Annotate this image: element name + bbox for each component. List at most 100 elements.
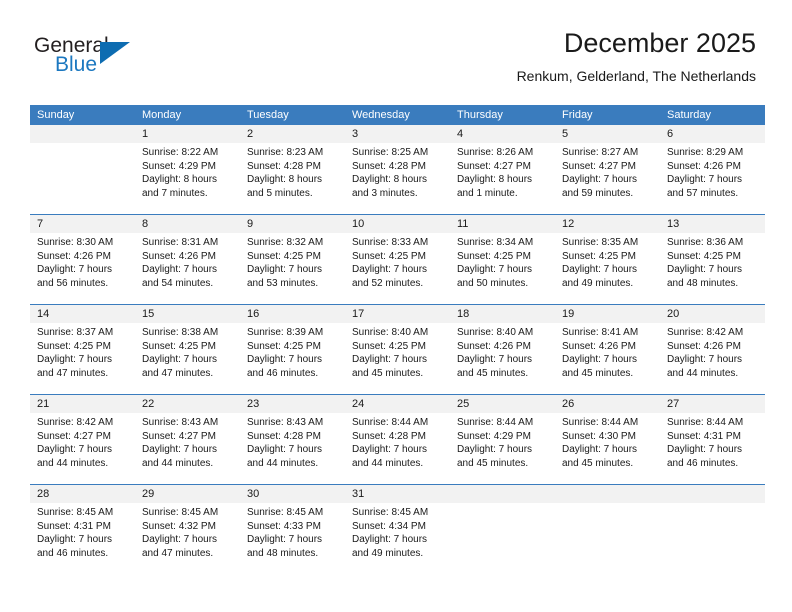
day-number: 1 [142, 128, 149, 140]
day-sun-info: Sunrise: 8:40 AM Sunset: 4:25 PM Daylight:… [345, 323, 450, 380]
sunrise-text: Sunrise: 8:31 AM [142, 237, 219, 248]
daylight-text-line1: Daylight: 7 hours [352, 264, 428, 276]
sunrise-text: Sunrise: 8:39 AM [247, 327, 324, 338]
day-cell[interactable]: 15 Sunrise: 8:38 AM Sunset: 4:25 PM Dayligh… [135, 305, 240, 394]
daylight-text-line2: and 48 minutes. [247, 547, 319, 559]
day-cell[interactable]: 17 Sunrise: 8:40 AM Sunset: 4:25 PM Dayligh… [345, 305, 450, 394]
sunset-text: Sunset: 4:26 PM [667, 160, 741, 172]
day-cell[interactable]: 1 Sunrise: 8:22 AM Sunset: 4:29 PM Daylight… [135, 125, 240, 214]
day-cell[interactable]: 31 Sunrise: 8:45 AM Sunset: 4:34 PM Dayligh… [345, 485, 450, 574]
sunset-text: Sunset: 4:28 PM [247, 160, 321, 172]
sunset-text: Sunset: 4:26 PM [142, 250, 216, 262]
day-sun-info: Sunrise: 8:43 AM Sunset: 4:27 PM Daylight:… [135, 413, 240, 470]
sunset-text: Sunset: 4:27 PM [562, 160, 636, 172]
day-sun-info: Sunrise: 8:31 AM Sunset: 4:26 PM Daylight:… [135, 233, 240, 290]
day-cell[interactable]: 29 Sunrise: 8:45 AM Sunset: 4:32 PM Dayligh… [135, 485, 240, 574]
day-number: 24 [352, 398, 365, 410]
day-sun-info: Sunrise: 8:44 AM Sunset: 4:31 PM Daylight:… [660, 413, 765, 470]
daylight-text-line2: and 50 minutes. [457, 277, 529, 289]
day-number: 30 [247, 488, 260, 500]
sunrise-text: Sunrise: 8:37 AM [37, 327, 114, 338]
day-number: 23 [247, 398, 260, 410]
daylight-text-line1: Daylight: 7 hours [247, 444, 323, 456]
sunrise-text: Sunrise: 8:43 AM [247, 417, 324, 428]
day-sun-info: Sunrise: 8:23 AM Sunset: 4:28 PM Daylight:… [240, 143, 345, 200]
daylight-text-line1: Daylight: 7 hours [562, 444, 638, 456]
weekday-header-friday: Friday [562, 109, 593, 121]
daylight-text-line2: and 45 minutes. [352, 367, 424, 379]
sunset-text: Sunset: 4:27 PM [142, 430, 216, 442]
weekday-header-thursday: Thursday [457, 109, 503, 121]
daylight-text-line1: Daylight: 7 hours [37, 264, 113, 276]
day-cell[interactable]: 23 Sunrise: 8:43 AM Sunset: 4:28 PM Dayligh… [240, 395, 345, 484]
day-cell[interactable]: 6 Sunrise: 8:29 AM Sunset: 4:26 PM Daylight… [660, 125, 765, 214]
day-cell[interactable]: 3 Sunrise: 8:25 AM Sunset: 4:28 PM Daylight… [345, 125, 450, 214]
day-cell[interactable]: 20 Sunrise: 8:42 AM Sunset: 4:26 PM Dayligh… [660, 305, 765, 394]
day-number [30, 125, 135, 143]
day-cell[interactable]: 8 Sunrise: 8:31 AM Sunset: 4:26 PM Daylight… [135, 215, 240, 304]
day-cell[interactable]: 11 Sunrise: 8:34 AM Sunset: 4:25 PM Dayligh… [450, 215, 555, 304]
day-cell[interactable]: 24 Sunrise: 8:44 AM Sunset: 4:28 PM Dayligh… [345, 395, 450, 484]
day-sun-info: Sunrise: 8:34 AM Sunset: 4:25 PM Daylight:… [450, 233, 555, 290]
daylight-text-line1: Daylight: 7 hours [247, 354, 323, 366]
sunrise-text: Sunrise: 8:44 AM [457, 417, 534, 428]
sunrise-text: Sunrise: 8:29 AM [667, 147, 744, 158]
day-cell[interactable]: 2 Sunrise: 8:23 AM Sunset: 4:28 PM Daylight… [240, 125, 345, 214]
day-cell[interactable]: 28 Sunrise: 8:45 AM Sunset: 4:31 PM Dayligh… [30, 485, 135, 574]
sunrise-text: Sunrise: 8:35 AM [562, 237, 639, 248]
sunset-text: Sunset: 4:26 PM [562, 340, 636, 352]
day-number: 20 [667, 308, 680, 320]
daylight-text-line2: and 44 minutes. [667, 367, 739, 379]
day-cell[interactable]: 13 Sunrise: 8:36 AM Sunset: 4:25 PM Dayligh… [660, 215, 765, 304]
daylight-text-line1: Daylight: 7 hours [667, 354, 743, 366]
day-cell[interactable]: 22 Sunrise: 8:43 AM Sunset: 4:27 PM Dayligh… [135, 395, 240, 484]
day-cell[interactable]: 25 Sunrise: 8:44 AM Sunset: 4:29 PM Dayligh… [450, 395, 555, 484]
day-number: 12 [562, 218, 575, 230]
day-cell[interactable]: 26 Sunrise: 8:44 AM Sunset: 4:30 PM Dayligh… [555, 395, 660, 484]
day-sun-info: Sunrise: 8:44 AM Sunset: 4:28 PM Daylight:… [345, 413, 450, 470]
day-cell[interactable]: 12 Sunrise: 8:35 AM Sunset: 4:25 PM Dayligh… [555, 215, 660, 304]
daylight-text-line2: and 45 minutes. [562, 457, 634, 469]
sunrise-text: Sunrise: 8:27 AM [562, 147, 639, 158]
sunset-text: Sunset: 4:25 PM [352, 250, 426, 262]
day-number: 9 [247, 218, 254, 230]
day-cell[interactable]: 21 Sunrise: 8:42 AM Sunset: 4:27 PM Dayligh… [30, 395, 135, 484]
day-cell[interactable]: 14 Sunrise: 8:37 AM Sunset: 4:25 PM Dayligh… [30, 305, 135, 394]
day-cell[interactable]: 16 Sunrise: 8:39 AM Sunset: 4:25 PM Dayligh… [240, 305, 345, 394]
daylight-text-line1: Daylight: 7 hours [142, 534, 218, 546]
daylight-text-line2: and 44 minutes. [352, 457, 424, 469]
daylight-text-line2: and 57 minutes. [667, 187, 739, 199]
day-cell[interactable]: 19 Sunrise: 8:41 AM Sunset: 4:26 PM Dayligh… [555, 305, 660, 394]
day-cell[interactable]: 27 Sunrise: 8:44 AM Sunset: 4:31 PM Dayligh… [660, 395, 765, 484]
day-sun-info: Sunrise: 8:43 AM Sunset: 4:28 PM Daylight:… [240, 413, 345, 470]
day-cell[interactable]: 9 Sunrise: 8:32 AM Sunset: 4:25 PM Daylight… [240, 215, 345, 304]
daylight-text-line2: and 3 minutes. [352, 187, 418, 199]
day-cell[interactable]: 18 Sunrise: 8:40 AM Sunset: 4:26 PM Dayligh… [450, 305, 555, 394]
day-sun-info: Sunrise: 8:39 AM Sunset: 4:25 PM Daylight:… [240, 323, 345, 380]
day-number: 16 [247, 308, 260, 320]
day-sun-info: Sunrise: 8:44 AM Sunset: 4:29 PM Daylight:… [450, 413, 555, 470]
day-sun-info: Sunrise: 8:30 AM Sunset: 4:26 PM Daylight:… [30, 233, 135, 290]
day-cell[interactable]: 7 Sunrise: 8:30 AM Sunset: 4:26 PM Daylight… [30, 215, 135, 304]
calendar-week-cells: 21 Sunrise: 8:42 AM Sunset: 4:27 PM Dayligh… [30, 395, 765, 484]
sunrise-text: Sunrise: 8:44 AM [352, 417, 429, 428]
daylight-text-line1: Daylight: 7 hours [562, 354, 638, 366]
daylight-text-line1: Daylight: 7 hours [247, 264, 323, 276]
day-cell[interactable]: 10 Sunrise: 8:33 AM Sunset: 4:25 PM Dayligh… [345, 215, 450, 304]
sunset-text: Sunset: 4:27 PM [37, 430, 111, 442]
sunset-text: Sunset: 4:30 PM [562, 430, 636, 442]
day-sun-info: Sunrise: 8:29 AM Sunset: 4:26 PM Daylight:… [660, 143, 765, 200]
day-cell[interactable]: 4 Sunrise: 8:26 AM Sunset: 4:27 PM Daylight… [450, 125, 555, 214]
daylight-text-line2: and 46 minutes. [667, 457, 739, 469]
day-cell-empty [660, 485, 765, 574]
calendar-week-row: 28 Sunrise: 8:45 AM Sunset: 4:31 PM Dayligh… [30, 484, 765, 574]
sunset-text: Sunset: 4:25 PM [667, 250, 741, 262]
calendar-week-row: 7 Sunrise: 8:30 AM Sunset: 4:26 PM Daylight… [30, 214, 765, 304]
day-cell[interactable]: 5 Sunrise: 8:27 AM Sunset: 4:27 PM Daylight… [555, 125, 660, 214]
daylight-text-line1: Daylight: 7 hours [562, 174, 638, 186]
general-blue-logo[interactable]: General Blue [34, 34, 174, 84]
daylight-text-line2: and 47 minutes. [142, 367, 214, 379]
day-number: 22 [142, 398, 155, 410]
day-cell[interactable]: 30 Sunrise: 8:45 AM Sunset: 4:33 PM Dayligh… [240, 485, 345, 574]
sunset-text: Sunset: 4:28 PM [247, 430, 321, 442]
